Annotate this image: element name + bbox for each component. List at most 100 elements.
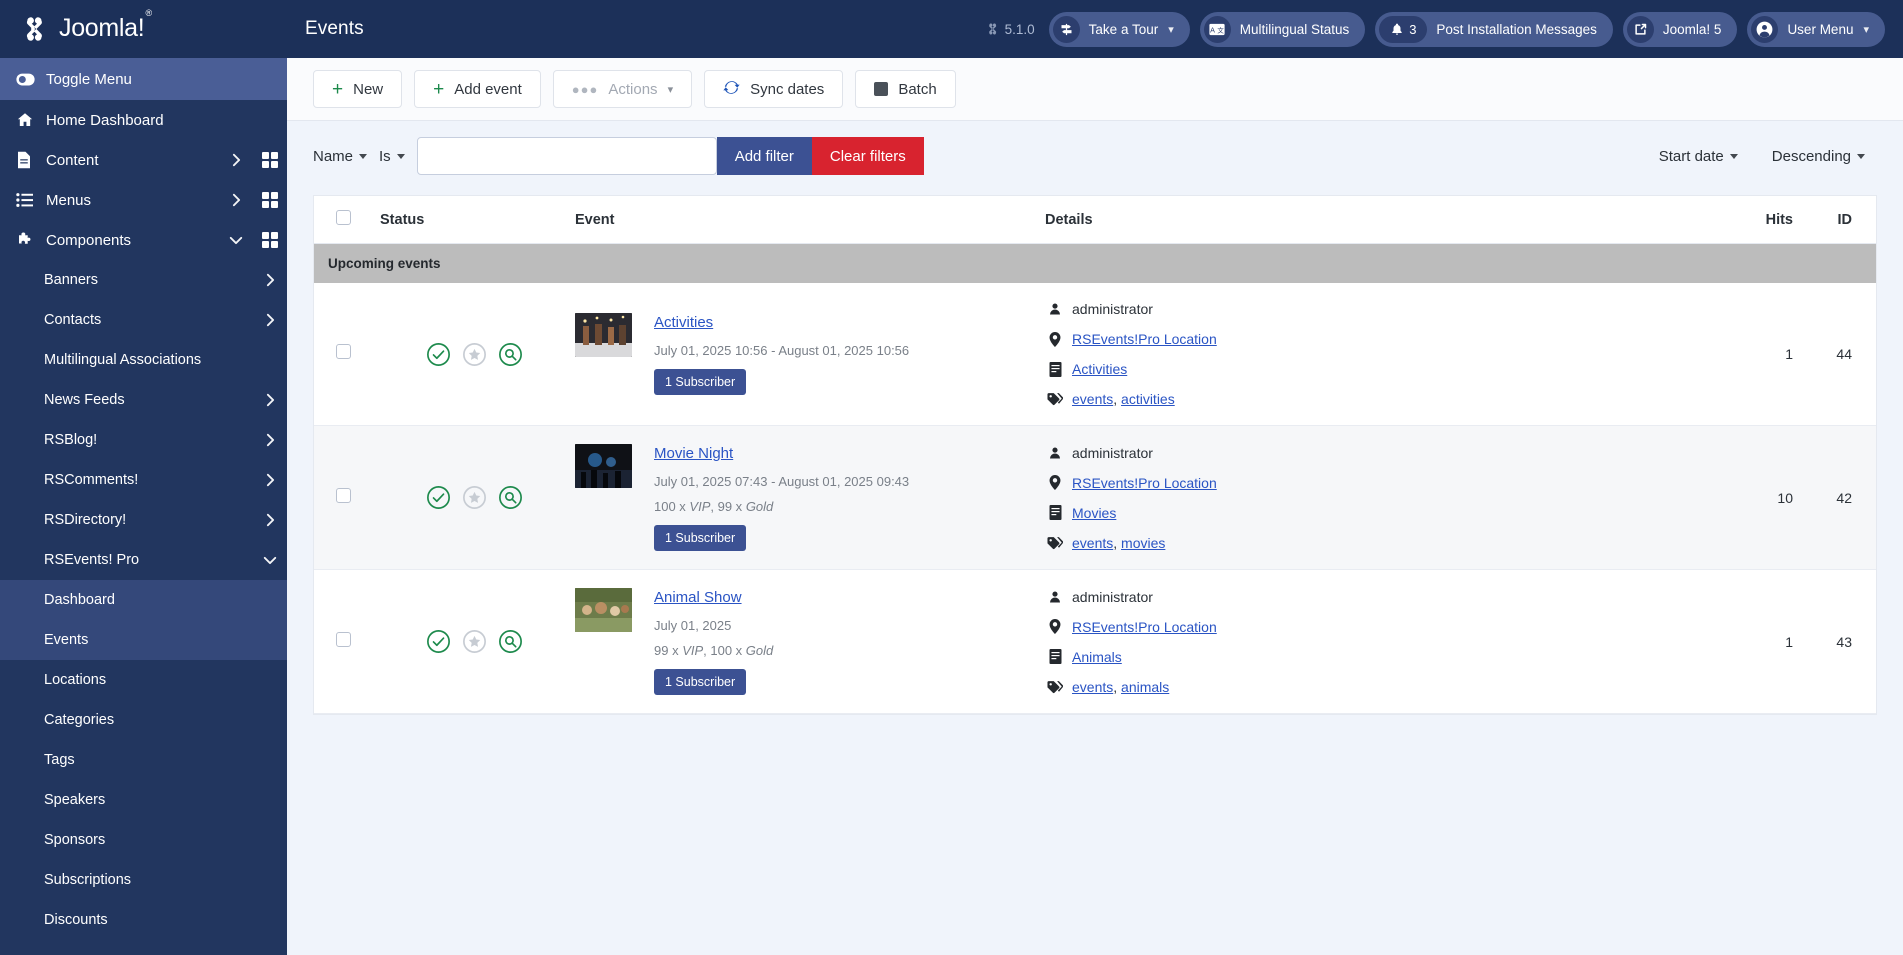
sort-controls: Start date Descending xyxy=(1659,148,1877,165)
tag-link[interactable]: events xyxy=(1072,535,1113,551)
sidebar-item-label: RSDirectory! xyxy=(44,512,127,528)
event-title-link[interactable]: Animal Show xyxy=(654,589,742,606)
new-button[interactable]: + New xyxy=(313,70,403,108)
sidebar-item-rscomments[interactable]: RSComments! xyxy=(0,460,287,500)
sidebar-toggle-label: Toggle Menu xyxy=(46,70,132,88)
table-row[interactable]: Activities July 01, 2025 10:56 - August … xyxy=(314,283,1876,426)
chevron-right-icon[interactable] xyxy=(253,393,287,407)
sidebar-item-rsblog[interactable]: RSBlog! xyxy=(0,420,287,460)
user-menu-button[interactable]: User Menu ▾ xyxy=(1747,11,1885,47)
sidebar-toggle-menu[interactable]: Toggle Menu xyxy=(0,58,287,100)
location-link[interactable]: RSEvents!Pro Location xyxy=(1072,619,1217,635)
joomla-logo[interactable]: Joomla!® xyxy=(18,8,152,44)
sidebar-item-rsevents-pro[interactable]: RSEvents! Pro xyxy=(0,540,287,580)
subscribers-badge[interactable]: 1 Subscriber xyxy=(654,369,747,395)
category-link[interactable]: Activities xyxy=(1072,361,1127,377)
chevron-down-icon[interactable] xyxy=(219,236,253,245)
featured-status-icon[interactable] xyxy=(462,629,487,654)
sidebar-item-home-dashboard[interactable]: Home Dashboard xyxy=(0,100,287,140)
sort-field-dropdown[interactable]: Start date xyxy=(1659,148,1750,165)
chevron-right-icon[interactable] xyxy=(253,513,287,527)
event-title-link[interactable]: Activities xyxy=(654,314,713,331)
sidebar-item-news-feeds[interactable]: News Feeds xyxy=(0,380,287,420)
chevron-right-icon[interactable] xyxy=(253,313,287,327)
take-a-tour-label: Take a Tour xyxy=(1088,21,1159,37)
multilingual-status-button[interactable]: A 文 Multilingual Status xyxy=(1199,11,1366,47)
top-header: Joomla!® Events 5.1.0 Take a Tour ▾ A 文 … xyxy=(0,0,1903,58)
featured-status-icon[interactable] xyxy=(462,485,487,510)
sidebar-item-rsdirectory[interactable]: RSDirectory! xyxy=(0,500,287,540)
new-label: New xyxy=(353,80,384,98)
location-link[interactable]: RSEvents!Pro Location xyxy=(1072,331,1217,347)
row-checkbox[interactable] xyxy=(335,487,351,503)
sidebar-item-multilingual-associations[interactable]: Multilingual Associations xyxy=(0,340,287,380)
tag-link[interactable]: movies xyxy=(1121,535,1165,551)
tag-link[interactable]: activities xyxy=(1121,391,1175,407)
sidebar-item-content[interactable]: Content xyxy=(0,140,287,180)
sidebar-item-contacts[interactable]: Contacts xyxy=(0,300,287,340)
sidebar-item-sponsors[interactable]: Sponsors xyxy=(0,820,287,860)
tag-link[interactable]: events xyxy=(1072,391,1113,407)
filter-field-dropdown[interactable]: Name xyxy=(313,148,379,165)
tag-link[interactable]: animals xyxy=(1121,679,1169,695)
tag-link[interactable]: events xyxy=(1072,679,1113,695)
sidebar-item-tags[interactable]: Tags xyxy=(0,740,287,780)
chevron-right-icon[interactable] xyxy=(253,433,287,447)
author-name: administrator xyxy=(1072,444,1153,461)
chevron-right-icon[interactable] xyxy=(253,273,287,287)
chevron-right-icon[interactable] xyxy=(253,473,287,487)
plus-icon: + xyxy=(332,78,344,100)
add-event-button[interactable]: + Add event xyxy=(414,70,541,108)
clear-filters-button[interactable]: Clear filters xyxy=(811,137,924,175)
subscribers-badge[interactable]: 1 Subscriber xyxy=(654,669,747,695)
category-link[interactable]: Movies xyxy=(1072,505,1116,521)
sidebar-item-events[interactable]: Events xyxy=(0,620,287,660)
sync-dates-button[interactable]: Sync dates xyxy=(704,70,844,108)
detail-location: RSEvents!Pro Location xyxy=(1047,331,1698,347)
sidebar-item-components[interactable]: Components xyxy=(0,220,287,260)
sidebar-item-banners[interactable]: Banners xyxy=(0,260,287,300)
version-label: 5.1.0 xyxy=(1004,21,1035,37)
filter-value-input[interactable] xyxy=(416,137,717,175)
featured-status-icon[interactable] xyxy=(462,342,487,367)
preview-search-icon[interactable] xyxy=(498,342,523,367)
joomla-5-button[interactable]: Joomla! 5 xyxy=(1622,11,1738,47)
chevron-down-icon[interactable] xyxy=(253,556,287,565)
sidebar-item-subscriptions[interactable]: Subscriptions xyxy=(0,860,287,900)
sidebar-item-menus[interactable]: Menus xyxy=(0,180,287,220)
row-select-cell xyxy=(314,425,372,570)
menus-grid-icon[interactable] xyxy=(253,192,287,208)
filter-operator-dropdown[interactable]: Is xyxy=(379,148,417,165)
table-row[interactable]: Animal Show July 01, 2025 99 x VIP, 100 … xyxy=(314,569,1876,714)
actions-dropdown-button[interactable]: ●●● Actions ▾ xyxy=(552,70,693,108)
chevron-right-icon[interactable] xyxy=(219,153,253,167)
sort-direction-dropdown[interactable]: Descending xyxy=(1772,148,1877,165)
category-link[interactable]: Animals xyxy=(1072,649,1122,665)
sidebar-item-categories[interactable]: Categories xyxy=(0,700,287,740)
sidebar-item-dashboard[interactable]: Dashboard xyxy=(0,580,287,620)
sidebar-item-locations[interactable]: Locations xyxy=(0,660,287,700)
content-grid-icon[interactable] xyxy=(253,152,287,168)
components-grid-icon[interactable] xyxy=(253,232,287,248)
take-a-tour-button[interactable]: Take a Tour ▾ xyxy=(1048,11,1190,47)
published-status-icon[interactable] xyxy=(426,629,451,654)
location-pin-icon xyxy=(1047,475,1063,490)
published-status-icon[interactable] xyxy=(426,342,451,367)
preview-search-icon[interactable] xyxy=(498,485,523,510)
sidebar-item-speakers[interactable]: Speakers xyxy=(0,780,287,820)
preview-search-icon[interactable] xyxy=(498,629,523,654)
add-filter-button[interactable]: Add filter xyxy=(716,137,812,175)
published-status-icon[interactable] xyxy=(426,485,451,510)
post-installation-messages-button[interactable]: 3 Post Installation Messages xyxy=(1375,11,1613,47)
sidebar-item-discounts[interactable]: Discounts xyxy=(0,900,287,940)
row-checkbox[interactable] xyxy=(335,631,351,647)
select-all-checkbox[interactable] xyxy=(335,210,351,225)
location-link[interactable]: RSEvents!Pro Location xyxy=(1072,475,1217,491)
event-title-link[interactable]: Movie Night xyxy=(654,445,733,462)
table-row[interactable]: Movie Night July 01, 2025 07:43 - August… xyxy=(314,425,1876,570)
rsevents-submenu: Dashboard Events Locations Categories Ta… xyxy=(0,580,287,940)
batch-button[interactable]: Batch xyxy=(855,70,956,108)
chevron-right-icon[interactable] xyxy=(219,193,253,207)
row-checkbox[interactable] xyxy=(335,344,351,359)
subscribers-badge[interactable]: 1 Subscriber xyxy=(654,525,747,551)
